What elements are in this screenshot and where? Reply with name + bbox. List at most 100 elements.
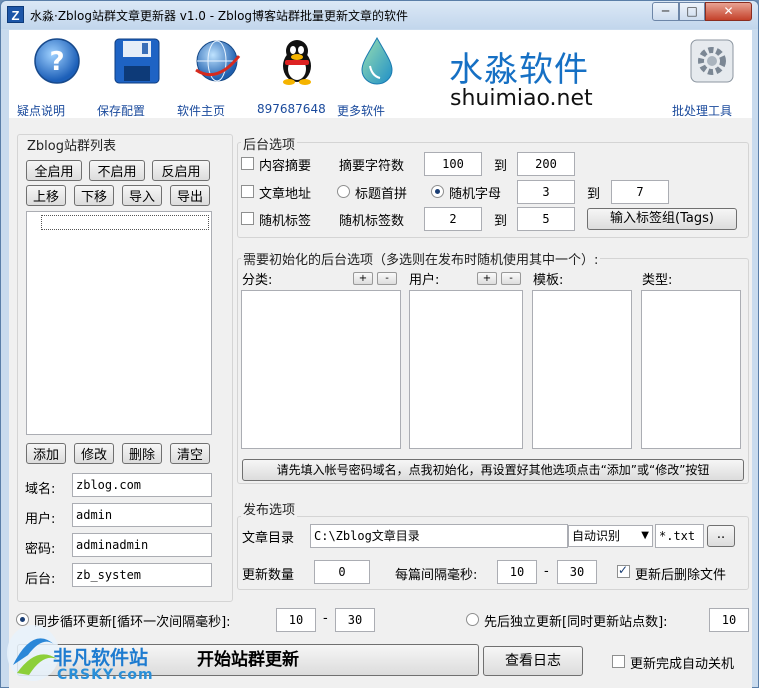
sequential-label: 先后独立更新[同时更新站点数]: (484, 615, 668, 630)
user-listbox[interactable] (409, 290, 523, 449)
summary-max-input[interactable]: 200 (517, 152, 575, 176)
watermark-cn: 非凡软件站 (53, 647, 149, 669)
toolbar-more[interactable]: 更多软件 (337, 36, 417, 118)
delete-after-update-label: 更新后删除文件 (635, 568, 727, 583)
move-down-button[interactable]: 下移 (74, 185, 114, 206)
random-tags-label: 随机标签 (259, 214, 312, 229)
backend-label: 后台: (25, 572, 56, 587)
list-focus-item (41, 215, 209, 230)
move-up-button[interactable]: 上移 (26, 185, 66, 206)
user-add-button[interactable]: + (477, 272, 497, 285)
toolbar-more-label: 更多软件 (337, 104, 386, 118)
minimize-button[interactable]: ─ (652, 2, 679, 21)
window-title: 水淼·Zblog站群文章更新器 v1.0 - Zblog博客站群批量更新文章的软… (30, 9, 409, 23)
enable-all-button[interactable]: 全启用 (26, 160, 82, 181)
watermark: 非凡软件站 CRSKY.com (1, 613, 161, 688)
update-count-label: 更新数量 (242, 568, 295, 583)
site-listbox[interactable] (26, 211, 212, 435)
brand-name-cn: 水淼软件 (449, 50, 589, 90)
toolbar-qq-label: 897687648 (257, 102, 326, 116)
brand-name-en: shuimiao.net (450, 86, 593, 111)
tags-min-input[interactable]: 2 (424, 207, 482, 231)
app-icon: Z (7, 6, 24, 23)
user-input[interactable]: admin (72, 503, 212, 527)
delete-after-update-checkbox[interactable] (617, 563, 630, 578)
random-tags-checkbox[interactable] (241, 212, 254, 225)
interval-dash: - (544, 564, 549, 579)
sequential-count-input[interactable]: 10 (709, 608, 749, 632)
toolbar-help[interactable]: ? 疑点说明 (17, 36, 97, 118)
title-bar[interactable]: Z 水淼·Zblog站群文章更新器 v1.0 - Zblog博客站群批量更新文章… (1, 1, 758, 29)
letters-to-label: 到 (587, 187, 601, 202)
toolbar-save-label: 保存配置 (97, 104, 146, 118)
toolbar: ? 疑点说明 保存配置 软件主页 897687648 更多软件 水淼软件 shu… (9, 30, 752, 118)
toolbar-batch-label: 批处理工具 (672, 104, 733, 118)
user-remove-button[interactable]: - (501, 272, 521, 285)
summary-checkbox-label: 内容摘要 (259, 159, 312, 174)
summary-to-label: 到 (494, 159, 508, 174)
category-remove-button[interactable]: - (377, 272, 397, 285)
encoding-select[interactable]: 自动识别 ▼ (568, 525, 653, 547)
interval-label: 每篇间隔毫秒: (395, 568, 478, 583)
type-label: 类型: (642, 273, 673, 288)
maximize-button[interactable]: □ (679, 2, 705, 21)
letters-min-input[interactable]: 3 (517, 180, 575, 204)
view-log-button[interactable]: 查看日志 (483, 646, 583, 676)
watermark-en: CRSKY.com (57, 667, 154, 683)
invert-enable-button[interactable]: 反启用 (152, 160, 210, 181)
toolbar-save[interactable]: 保存配置 (97, 36, 177, 118)
help-icon: ? (34, 38, 80, 84)
chevron-down-icon: ▼ (641, 530, 649, 541)
add-site-button[interactable]: 添加 (26, 443, 66, 464)
update-count-input[interactable]: 0 (314, 560, 370, 584)
interval-max-input[interactable]: 30 (557, 560, 597, 584)
clear-sites-button[interactable]: 清空 (170, 443, 210, 464)
edit-site-button[interactable]: 修改 (74, 443, 114, 464)
browse-button[interactable]: .. (707, 525, 735, 547)
disable-all-button[interactable]: 不启用 (89, 160, 145, 181)
tags-to-label: 到 (494, 214, 508, 229)
template-listbox[interactable] (532, 290, 632, 449)
toolbar-batch[interactable]: 批处理工具 (672, 36, 752, 118)
tags-max-input[interactable]: 5 (517, 207, 575, 231)
toolbar-help-label: 疑点说明 (17, 104, 66, 118)
export-button[interactable]: 导出 (170, 185, 210, 206)
summary-length-label: 摘要字符数 (339, 159, 405, 174)
domain-input[interactable]: zblog.com (72, 473, 212, 497)
category-listbox[interactable] (241, 290, 401, 449)
auto-shutdown-checkbox[interactable] (612, 655, 625, 668)
sync-min-input[interactable]: 10 (276, 608, 316, 632)
title-pinyin-radio[interactable] (337, 185, 350, 198)
toolbar-homepage[interactable]: 软件主页 (177, 36, 257, 118)
save-disk-icon (114, 38, 160, 84)
import-button[interactable]: 导入 (122, 185, 162, 206)
summary-checkbox[interactable] (241, 157, 254, 170)
sync-dash: - (323, 611, 328, 626)
backend-input[interactable]: zb_system (72, 563, 212, 587)
article-url-label: 文章地址 (259, 187, 312, 202)
title-pinyin-label: 标题首拼 (355, 187, 408, 202)
delete-site-button[interactable]: 删除 (122, 443, 162, 464)
category-add-button[interactable]: + (353, 272, 373, 285)
app-window: Z 水淼·Zblog站群文章更新器 v1.0 - Zblog博客站群批量更新文章… (0, 0, 759, 688)
close-button[interactable]: ✕ (705, 2, 752, 21)
random-letters-label: 随机字母 (449, 187, 502, 202)
type-listbox[interactable] (641, 290, 741, 449)
client-area: ? 疑点说明 保存配置 软件主页 897687648 更多软件 水淼软件 shu… (9, 30, 752, 688)
article-dir-input[interactable]: C:\Zblog文章目录 (310, 524, 568, 548)
publish-options-title: 发布选项 (241, 499, 298, 518)
backend-options-title: 后台选项 (241, 134, 298, 153)
password-input[interactable]: adminadmin (72, 533, 212, 557)
letters-max-input[interactable]: 7 (611, 180, 669, 204)
toolbar-qq[interactable]: 897687648 (257, 36, 337, 116)
sequential-radio[interactable] (466, 613, 479, 626)
initialize-button[interactable]: 请先填入帐号密码域名，点我初始化，再设置好其他选项点击“添加”或“修改”按钮 (242, 459, 744, 481)
article-url-checkbox[interactable] (241, 185, 254, 198)
file-pattern-input[interactable]: *.txt (655, 524, 704, 548)
template-label: 模板: (533, 273, 564, 288)
summary-min-input[interactable]: 100 (424, 152, 482, 176)
sync-max-input[interactable]: 30 (335, 608, 375, 632)
random-letters-radio[interactable] (431, 185, 444, 198)
input-tags-button[interactable]: 输入标签组(Tags) (587, 208, 737, 230)
interval-min-input[interactable]: 10 (497, 560, 537, 584)
